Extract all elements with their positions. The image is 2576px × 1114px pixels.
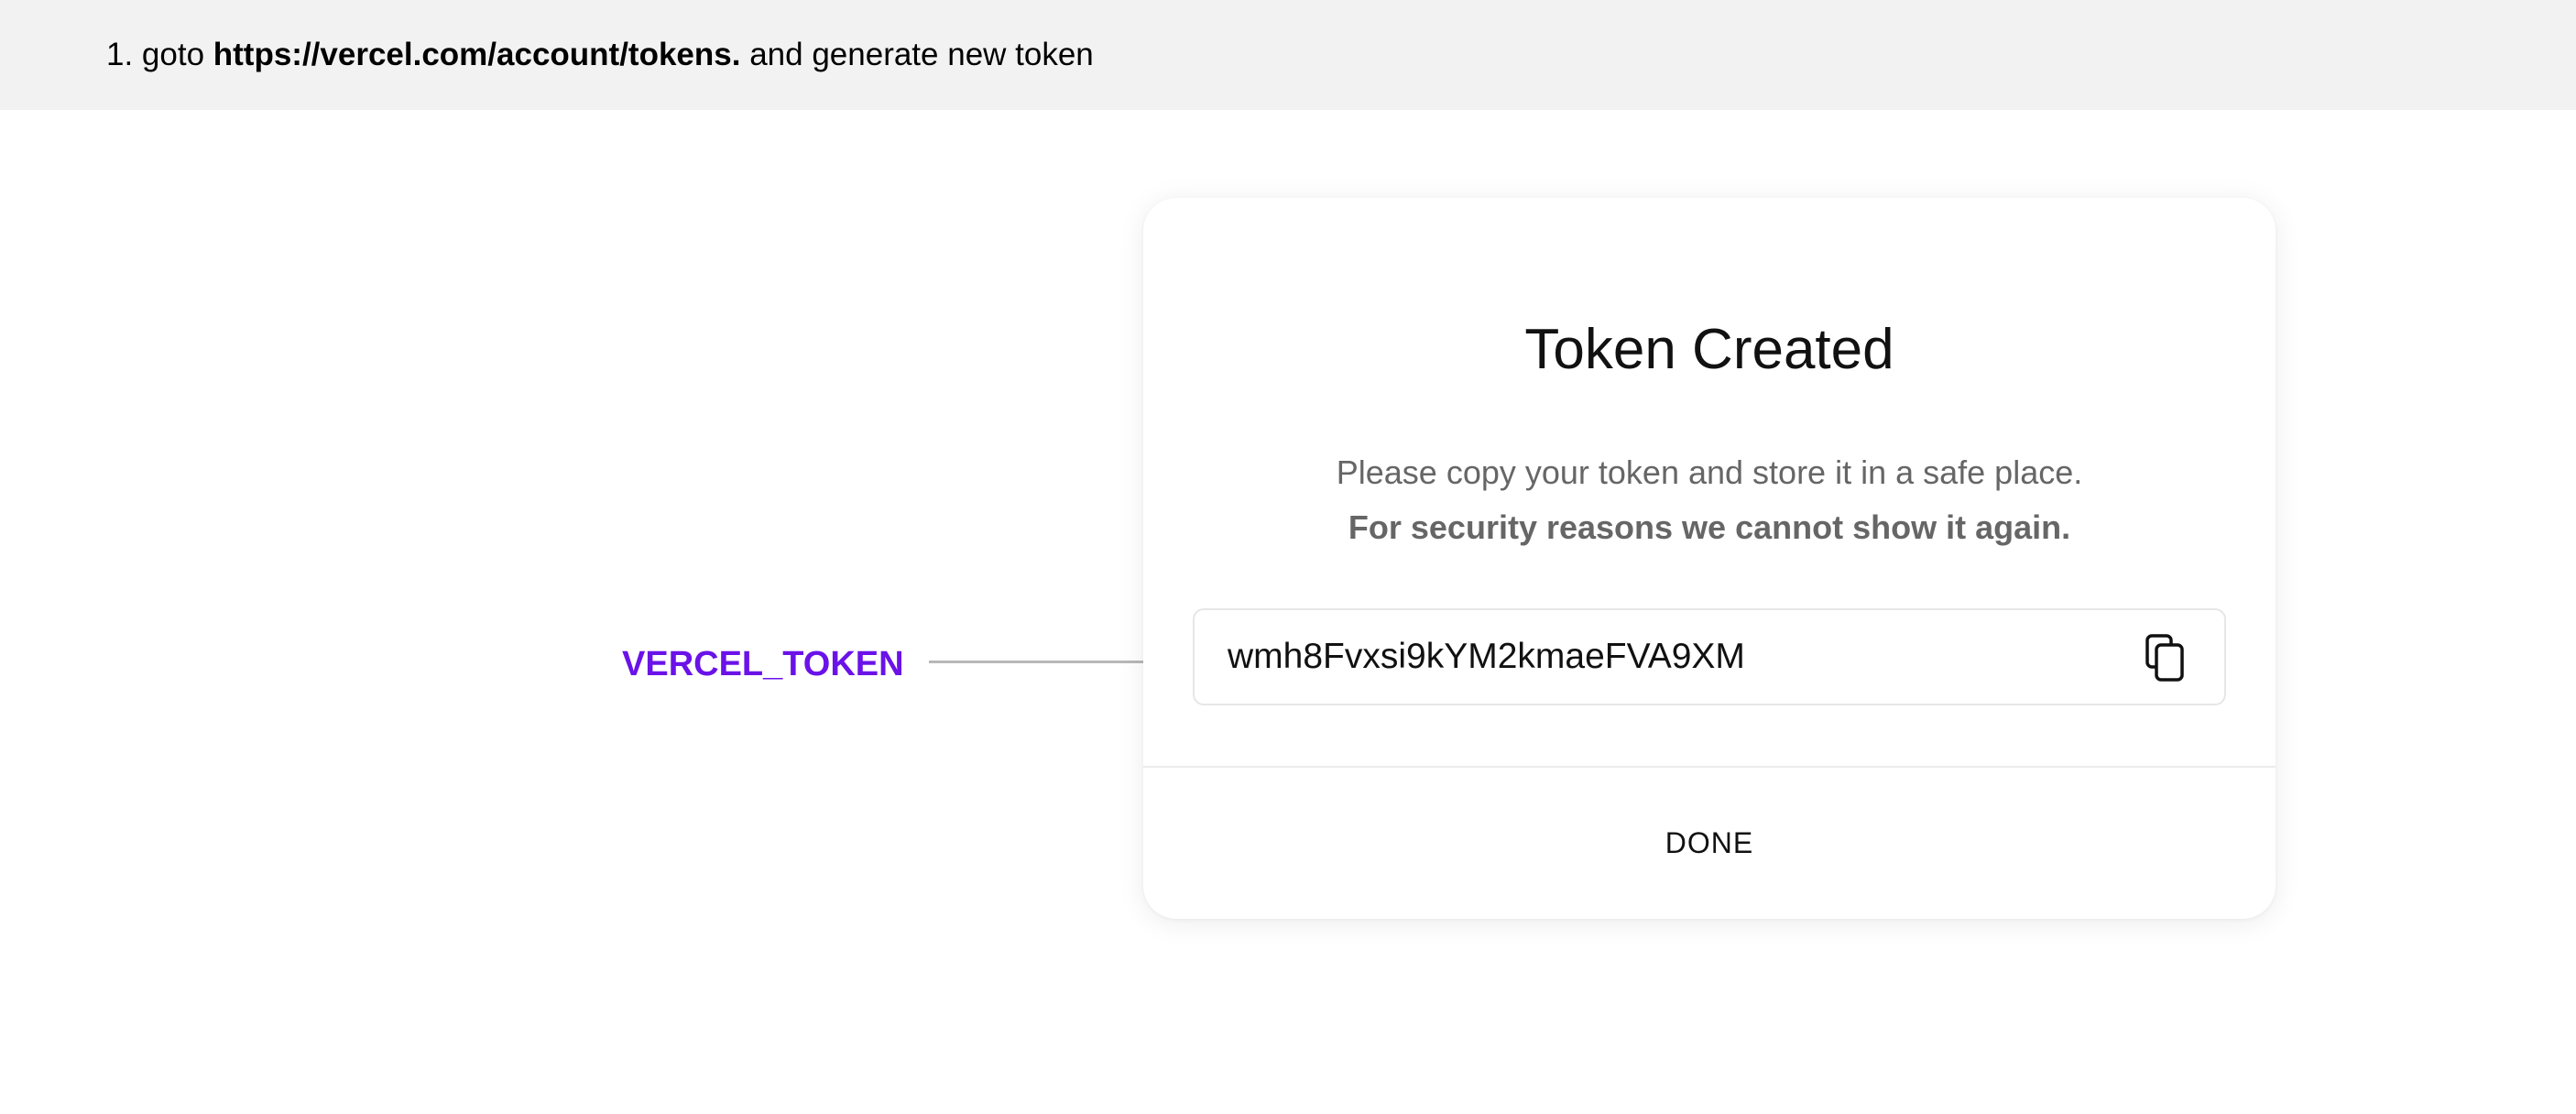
copy-token-button[interactable] — [2140, 632, 2191, 683]
annotation-label: VERCEL_TOKEN — [622, 645, 904, 683]
done-button[interactable]: DONE — [1143, 768, 2276, 919]
modal-warning-text: For security reasons we cannot show it a… — [1348, 508, 2071, 546]
modal-title: Token Created — [1524, 318, 1894, 381]
modal-description: Please copy your token and store it in a… — [1143, 445, 2276, 555]
copy-icon — [2145, 634, 2184, 682]
instruction-prefix: 1. goto — [106, 37, 213, 72]
token-created-modal: Token Created Please copy your token and… — [1143, 198, 2276, 919]
instruction-text: 1. goto https://vercel.com/account/token… — [106, 33, 1094, 77]
instruction-suffix: and generate new token — [740, 37, 1094, 72]
token-field[interactable]: wmh8Fvxsi9kYM2kmaeFVA9XM — [1193, 608, 2226, 705]
instruction-bar: 1. goto https://vercel.com/account/token… — [0, 0, 2576, 110]
token-value[interactable]: wmh8Fvxsi9kYM2kmaeFVA9XM — [1228, 634, 1745, 680]
modal-description-text: Please copy your token and store it in a… — [1336, 453, 2083, 491]
instruction-url: https://vercel.com/account/tokens. — [213, 37, 741, 72]
